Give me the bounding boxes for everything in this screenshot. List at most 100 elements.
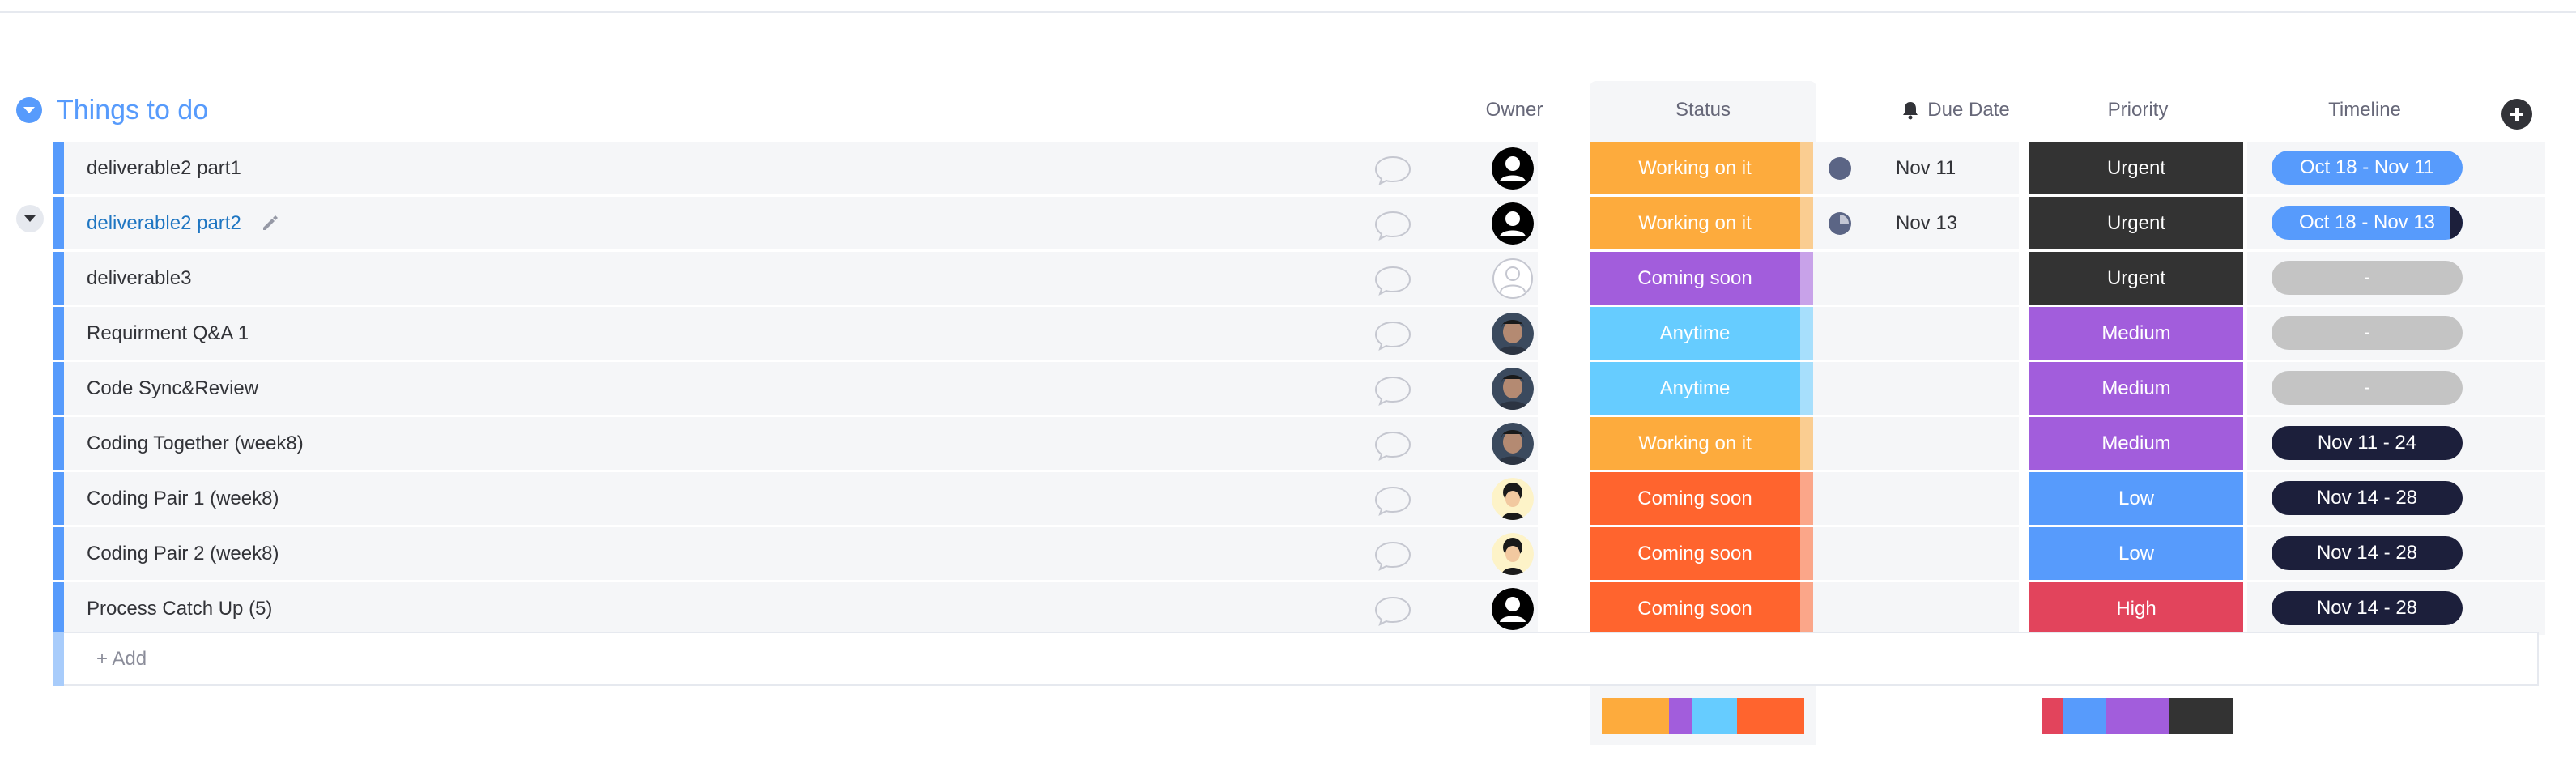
timeline-pill[interactable]: Nov 14 - 28 bbox=[2272, 591, 2463, 625]
priority-label[interactable]: Medium bbox=[2029, 362, 2243, 415]
status-label[interactable]: Coming soon bbox=[1590, 527, 1800, 580]
summary-segment bbox=[2063, 698, 2106, 734]
status-label[interactable]: Anytime bbox=[1590, 362, 1800, 415]
summary-segment bbox=[1736, 698, 1804, 734]
chevron-down-icon bbox=[23, 107, 35, 113]
status-label[interactable]: Coming soon bbox=[1590, 252, 1800, 305]
column-header-status[interactable]: Status bbox=[1590, 96, 1816, 125]
priority-label[interactable]: Urgent bbox=[2029, 142, 2243, 194]
priority-label[interactable]: Low bbox=[2029, 472, 2243, 525]
chat-bubble-icon[interactable] bbox=[1373, 539, 1413, 572]
column-header-timeline[interactable]: Timeline bbox=[2251, 96, 2478, 125]
chat-bubble-icon[interactable] bbox=[1373, 594, 1413, 627]
due-date-cell[interactable] bbox=[1816, 362, 2019, 415]
column-header-owner[interactable]: Owner bbox=[1441, 96, 1587, 125]
item-name[interactable]: Coding Together (week8) bbox=[87, 417, 304, 470]
add-item-row[interactable]: + Add bbox=[53, 632, 2539, 686]
owner-avatar[interactable] bbox=[1492, 533, 1534, 575]
item-name-cell[interactable] bbox=[64, 582, 1486, 635]
row-expand-button[interactable] bbox=[16, 205, 44, 232]
timeline-pill[interactable]: Oct 18 - Nov 13 bbox=[2272, 206, 2463, 240]
column-header-due-date[interactable]: Due Date bbox=[1863, 96, 2049, 125]
table-row[interactable]: Coding Together (week8) Working on it Medi… bbox=[53, 417, 2547, 470]
chat-bubble-icon[interactable] bbox=[1373, 429, 1413, 462]
status-label[interactable]: Coming soon bbox=[1590, 582, 1800, 635]
chat-bubble-icon[interactable] bbox=[1373, 154, 1413, 186]
timeline-value: - bbox=[2364, 266, 2370, 288]
add-column-button[interactable] bbox=[2501, 99, 2532, 130]
priority-label[interactable]: Medium bbox=[2029, 417, 2243, 470]
table-row[interactable]: Code Sync&Review Anytime Medium - bbox=[53, 362, 2547, 415]
status-label[interactable]: Coming soon bbox=[1590, 472, 1800, 525]
row-end-cell bbox=[2510, 307, 2545, 360]
table-row[interactable]: deliverable3 Coming soon Urgent - bbox=[53, 252, 2547, 305]
timeline-pill[interactable]: Nov 14 - 28 bbox=[2272, 481, 2463, 515]
owner-avatar[interactable] bbox=[1492, 478, 1534, 520]
due-date-cell[interactable] bbox=[1816, 417, 2019, 470]
group-collapse-button[interactable] bbox=[16, 97, 42, 123]
priority-label[interactable]: Medium bbox=[2029, 307, 2243, 360]
timeline-value: Oct 18 - Nov 13 bbox=[2298, 211, 2436, 233]
chat-bubble-icon[interactable] bbox=[1373, 319, 1413, 351]
timeline-pill[interactable]: - bbox=[2272, 261, 2463, 295]
pencil-icon[interactable] bbox=[260, 213, 279, 232]
timeline-pill[interactable]: Nov 14 - 28 bbox=[2272, 536, 2463, 570]
chat-bubble-icon[interactable] bbox=[1373, 209, 1413, 241]
owner-avatar[interactable] bbox=[1492, 313, 1534, 355]
timeline-pill[interactable]: Nov 11 - 24 bbox=[2272, 426, 2463, 460]
item-name[interactable]: Code Sync&Review bbox=[87, 362, 258, 415]
table-row[interactable]: deliverable2 part2 Working on it Nov 13 Urg… bbox=[53, 197, 2547, 249]
summary-segment bbox=[2169, 698, 2233, 734]
status-label[interactable]: Working on it bbox=[1590, 142, 1800, 194]
group-title[interactable]: Things to do bbox=[57, 95, 208, 126]
table-row[interactable]: Process Catch Up (5) Coming soon High Nov 1… bbox=[53, 582, 2547, 635]
status-tail bbox=[1800, 582, 1813, 635]
priority-label[interactable]: Urgent bbox=[2029, 197, 2243, 249]
item-name[interactable]: Coding Pair 2 (week8) bbox=[87, 527, 279, 580]
item-name[interactable]: deliverable2 part1 bbox=[87, 142, 241, 194]
item-name-cell[interactable] bbox=[64, 252, 1486, 305]
chat-bubble-icon[interactable] bbox=[1373, 264, 1413, 296]
priority-label[interactable]: Low bbox=[2029, 527, 2243, 580]
table-row[interactable]: Requirment Q&A 1 Anytime Medium - bbox=[53, 307, 2547, 360]
status-summary-bar[interactable] bbox=[1602, 698, 1804, 734]
due-date-cell[interactable] bbox=[1816, 307, 2019, 360]
due-date-cell[interactable] bbox=[1816, 582, 2019, 635]
item-name[interactable]: deliverable2 part2 bbox=[87, 197, 241, 249]
owner-avatar[interactable] bbox=[1492, 368, 1534, 410]
chat-bubble-icon[interactable] bbox=[1373, 484, 1413, 517]
timeline-pill[interactable]: Oct 18 - Nov 11 bbox=[2272, 151, 2463, 185]
due-date-cell[interactable] bbox=[1816, 252, 2019, 305]
row-end-cell bbox=[2510, 142, 2545, 194]
priority-label[interactable]: High bbox=[2029, 582, 2243, 635]
timeline-pill[interactable]: - bbox=[2272, 371, 2463, 405]
owner-avatar[interactable] bbox=[1492, 202, 1534, 245]
item-name[interactable]: Process Catch Up (5) bbox=[87, 582, 272, 635]
plus-icon bbox=[2510, 108, 2523, 121]
item-name[interactable]: deliverable3 bbox=[87, 252, 191, 305]
timeline-pill[interactable]: - bbox=[2272, 316, 2463, 350]
item-name[interactable]: Coding Pair 1 (week8) bbox=[87, 472, 279, 525]
status-label[interactable]: Anytime bbox=[1590, 307, 1800, 360]
status-label[interactable]: Working on it bbox=[1590, 417, 1800, 470]
item-name-cell[interactable] bbox=[64, 142, 1486, 194]
table-row[interactable]: Coding Pair 2 (week8) Coming soon Low Nov 1… bbox=[53, 527, 2547, 580]
status-label[interactable]: Working on it bbox=[1590, 197, 1800, 249]
group-color-bar bbox=[53, 417, 64, 470]
priority-label[interactable]: Urgent bbox=[2029, 252, 2243, 305]
item-name[interactable]: Requirment Q&A 1 bbox=[87, 307, 249, 360]
add-item-placeholder[interactable]: + Add bbox=[96, 633, 147, 684]
owner-avatar[interactable] bbox=[1492, 147, 1534, 190]
owner-avatar[interactable] bbox=[1492, 588, 1534, 630]
item-name-cell[interactable] bbox=[64, 362, 1486, 415]
owner-avatar[interactable] bbox=[1492, 258, 1534, 300]
table-row[interactable]: Coding Pair 1 (week8) Coming soon Low Nov 1… bbox=[53, 472, 2547, 525]
table-row[interactable]: deliverable2 part1 Working on it Nov 11 Urg… bbox=[53, 142, 2547, 194]
owner-avatar[interactable] bbox=[1492, 423, 1534, 465]
due-date-cell[interactable] bbox=[1816, 472, 2019, 525]
due-date-cell[interactable] bbox=[1816, 527, 2019, 580]
chat-bubble-icon[interactable] bbox=[1373, 374, 1413, 407]
column-header-priority[interactable]: Priority bbox=[2025, 96, 2251, 125]
item-name-cell[interactable] bbox=[64, 307, 1486, 360]
priority-summary-bar[interactable] bbox=[2042, 698, 2233, 734]
